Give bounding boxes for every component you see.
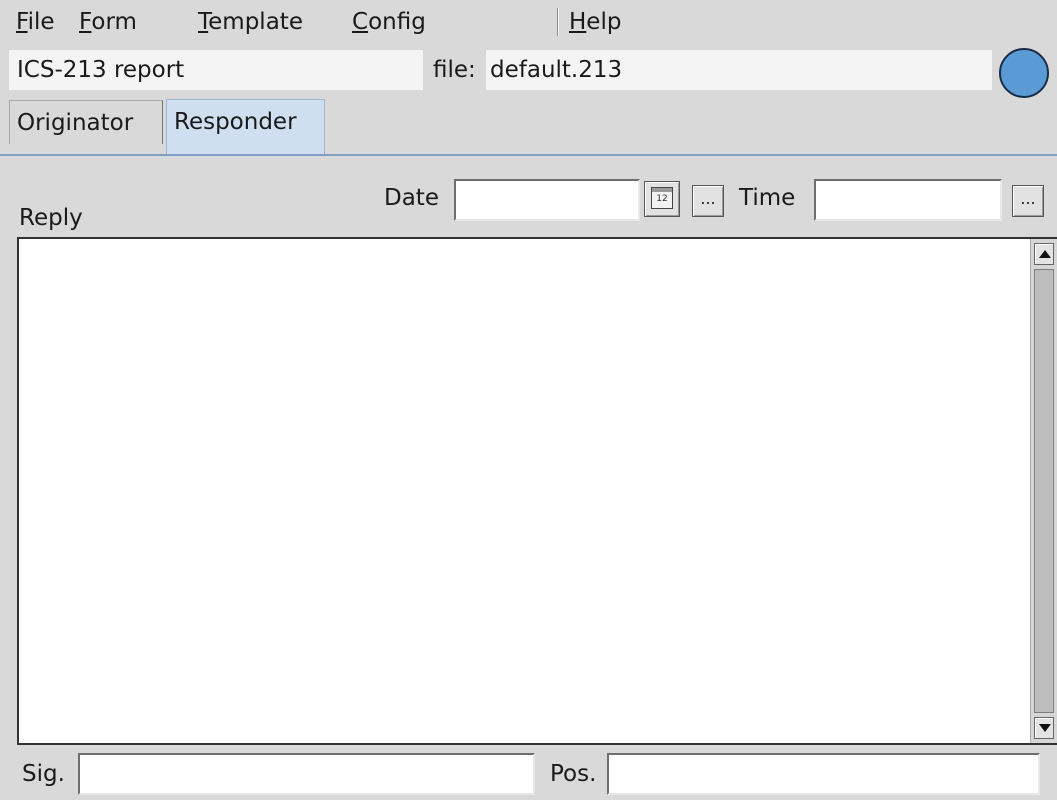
reply-label: Reply bbox=[19, 205, 83, 231]
calendar-button[interactable]: 12 bbox=[644, 181, 680, 217]
tab-panel-border bbox=[0, 154, 1057, 156]
time-more-button[interactable]: ... bbox=[1012, 185, 1044, 217]
menu-template[interactable]: Template bbox=[198, 8, 303, 36]
reply-scrollbar[interactable] bbox=[1030, 239, 1057, 743]
menu-file[interactable]: File bbox=[16, 8, 55, 36]
tab-originator[interactable]: Originator bbox=[9, 100, 163, 144]
menu-help[interactable]: Help bbox=[569, 8, 621, 36]
tab-responder[interactable]: Responder bbox=[166, 99, 325, 155]
menu-form[interactable]: Form bbox=[79, 8, 137, 36]
time-label: Time bbox=[739, 185, 796, 211]
date-input[interactable] bbox=[454, 179, 640, 221]
pos-input[interactable] bbox=[607, 753, 1040, 795]
menu-config[interactable]: Config bbox=[352, 8, 426, 36]
scroll-down-arrow-icon[interactable] bbox=[1034, 717, 1054, 739]
menu-bar: File Form Template Config Help bbox=[0, 0, 1057, 44]
scroll-thumb[interactable] bbox=[1034, 269, 1054, 713]
date-more-button[interactable]: ... bbox=[692, 185, 724, 217]
sig-label: Sig. bbox=[22, 761, 65, 787]
reply-textarea[interactable] bbox=[17, 237, 1057, 745]
status-light-indicator bbox=[999, 48, 1049, 98]
date-label: Date bbox=[384, 185, 439, 211]
pos-label: Pos. bbox=[550, 761, 597, 787]
menu-separator bbox=[557, 8, 559, 36]
file-name-field: default.213 bbox=[486, 50, 992, 90]
sig-input[interactable] bbox=[78, 753, 535, 795]
time-input[interactable] bbox=[814, 179, 1002, 221]
calendar-icon: 12 bbox=[651, 187, 673, 209]
file-label: file: bbox=[433, 57, 476, 83]
report-title-field[interactable]: ICS-213 report bbox=[9, 50, 423, 90]
scroll-up-arrow-icon[interactable] bbox=[1034, 243, 1054, 265]
